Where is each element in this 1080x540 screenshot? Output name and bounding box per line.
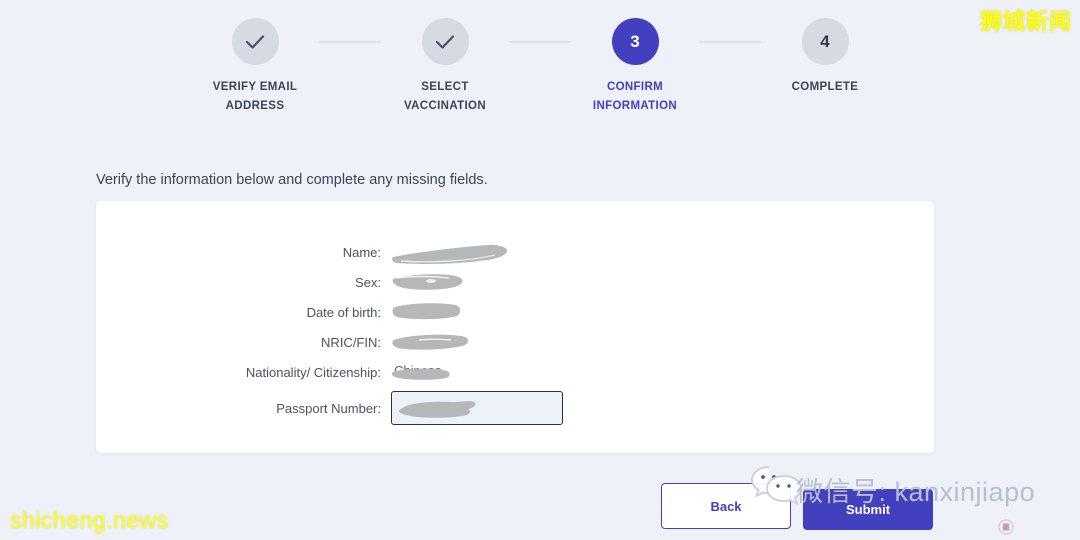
step-verify-email-address[interactable]: VERIFY EMAIL ADDRESS (191, 18, 319, 115)
redaction-mark (391, 301, 463, 323)
form-row-date-of-birth: Date of birth: (96, 299, 934, 325)
information-card: Name: Sex: Date of birth: NRIC/FIN: Nati… (96, 201, 934, 453)
confirm-information-form: Name: Sex: Date of birth: NRIC/FIN: Nati… (96, 239, 934, 429)
field-label-passport-number: Passport Number: (276, 400, 381, 416)
step-label-1: VERIFY EMAIL ADDRESS (212, 81, 298, 112)
shicheng-site-watermark: shicheng.news (10, 507, 169, 533)
progress-stepper: VERIFY EMAIL ADDRESS SELECT VACCINATION … (0, 18, 1080, 115)
form-row-passport-number: Passport Number: (96, 391, 934, 425)
passport-number-input[interactable] (391, 391, 563, 425)
form-row-sex: Sex: (96, 269, 934, 295)
step-indicator-1 (231, 18, 279, 65)
wechat-id-watermark: 微信号: kanxinjiapo (796, 477, 1036, 507)
field-value-date-of-birth (391, 301, 463, 323)
form-row-nric-fin: NRIC/FIN: (96, 329, 934, 355)
step-indicator-3: 3 (611, 18, 659, 65)
redaction-mark (391, 241, 509, 264)
redaction-mark (391, 331, 471, 353)
field-value-sex (391, 271, 466, 293)
step-connector-3 (699, 41, 761, 43)
step-label-2: SELECT VACCINATION (403, 81, 486, 112)
field-label-name: Name: (342, 244, 381, 260)
form-row-name: Name: (96, 239, 934, 265)
field-label-sex: Sex: (354, 274, 381, 290)
step-connector-1 (319, 41, 381, 43)
field-value-nationality-citizenship: Chinese (391, 361, 453, 383)
redaction-mark (391, 361, 453, 383)
badge-icon (998, 519, 1014, 535)
field-value-nric-fin (391, 331, 471, 353)
step-complete[interactable]: 4 COMPLETE (761, 18, 889, 97)
step-indicator-4: 4 (801, 18, 849, 65)
redaction-mark (398, 398, 482, 424)
step-connector-2 (509, 41, 571, 43)
field-label-nationality-citizenship: Nationality/ Citizenship: (245, 364, 381, 380)
step-confirm-information[interactable]: 3 CONFIRM INFORMATION (571, 18, 699, 115)
check-icon (433, 30, 457, 54)
step-indicator-2 (421, 18, 469, 65)
shicheng-logo-watermark: 狮城新闻 (979, 9, 1072, 34)
field-value-name (391, 241, 509, 264)
redaction-mark (391, 271, 466, 293)
field-label-nric-fin: NRIC/FIN: (321, 334, 381, 350)
field-label-date-of-birth: Date of birth: (306, 304, 381, 320)
check-icon (243, 30, 267, 54)
step-select-vaccination[interactable]: SELECT VACCINATION (381, 18, 509, 115)
intro-text: Verify the information below and complet… (96, 172, 488, 188)
wechat-icon (750, 462, 802, 508)
step-label-3: CONFIRM INFORMATION (592, 81, 678, 112)
form-row-nationality-citizenship: Nationality/ Citizenship: Chinese (96, 359, 934, 385)
step-label-4: COMPLETE (791, 81, 859, 93)
